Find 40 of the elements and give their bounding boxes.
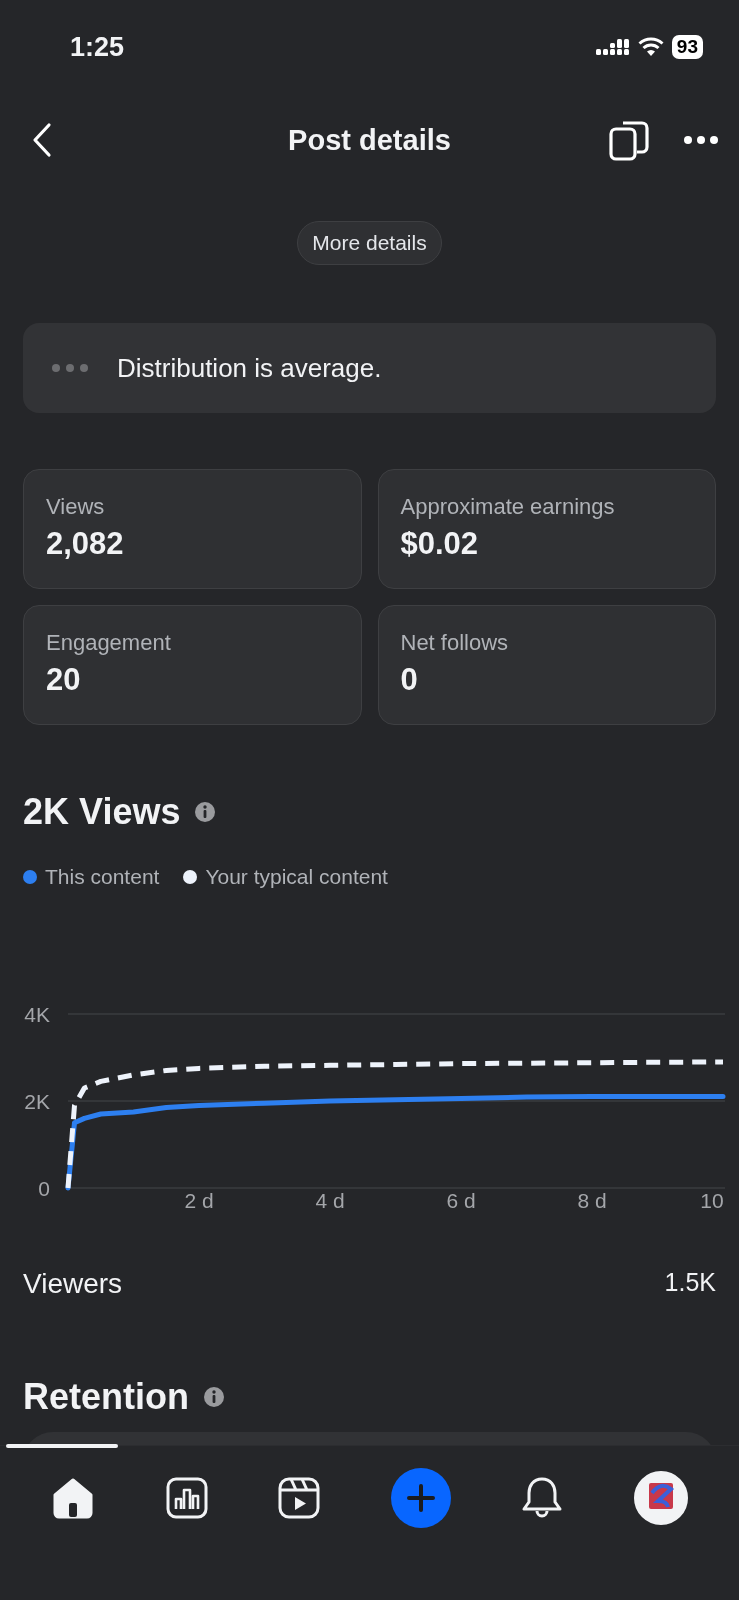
stat-value: 20 [46,662,81,698]
y-axis-label: 2K [24,1090,50,1113]
avatar-icon[interactable] [633,1471,688,1525]
plus-icon [405,1483,436,1513]
wifi-icon [637,37,664,57]
viewers-label: Viewers [23,1268,123,1300]
viewers-value: 1.5K [664,1268,716,1298]
x-axis-label: 4 d [315,1189,345,1209]
section-title: Retention [23,1376,189,1418]
x-axis-label: 8 d [577,1189,607,1209]
loading-dots-icon [51,363,89,373]
stat-label: Views [46,494,105,520]
copy-icon[interactable] [607,118,651,162]
x-axis-label: 6 d [446,1189,476,1209]
section-title: 2K Views [23,791,181,833]
stat-label: Engagement [46,630,171,656]
stat-value: 0 [400,662,418,698]
stat-label: Net follows [400,630,509,656]
y-axis-label: 4K [24,1004,50,1026]
bar-chart-icon[interactable] [165,1477,208,1519]
x-axis-label: 2 d [184,1189,214,1209]
y-axis-label: 0 [38,1177,50,1200]
legend-label: This content [45,865,160,889]
stat-value: 2,082 [46,526,124,562]
legend-label: Your typical content [205,865,388,889]
status-time: 1:25 [70,31,125,63]
home-icon[interactable] [51,1477,96,1519]
distribution-text: Distribution is average. [117,352,382,384]
x-axis-label: 10 [700,1189,724,1209]
bell-icon[interactable] [521,1476,564,1520]
info-icon[interactable] [194,801,217,823]
video-icon[interactable] [278,1477,321,1519]
info-icon[interactable] [203,1386,225,1408]
more-options-icon[interactable] [683,135,719,145]
stat-label: Approximate earnings [400,494,615,520]
battery-level: 93 [671,35,703,59]
signal-icon [595,37,630,57]
page-title: Post details [288,123,451,157]
more-details-button[interactable]: More details [297,221,442,265]
stat-value: $0.02 [400,526,479,562]
